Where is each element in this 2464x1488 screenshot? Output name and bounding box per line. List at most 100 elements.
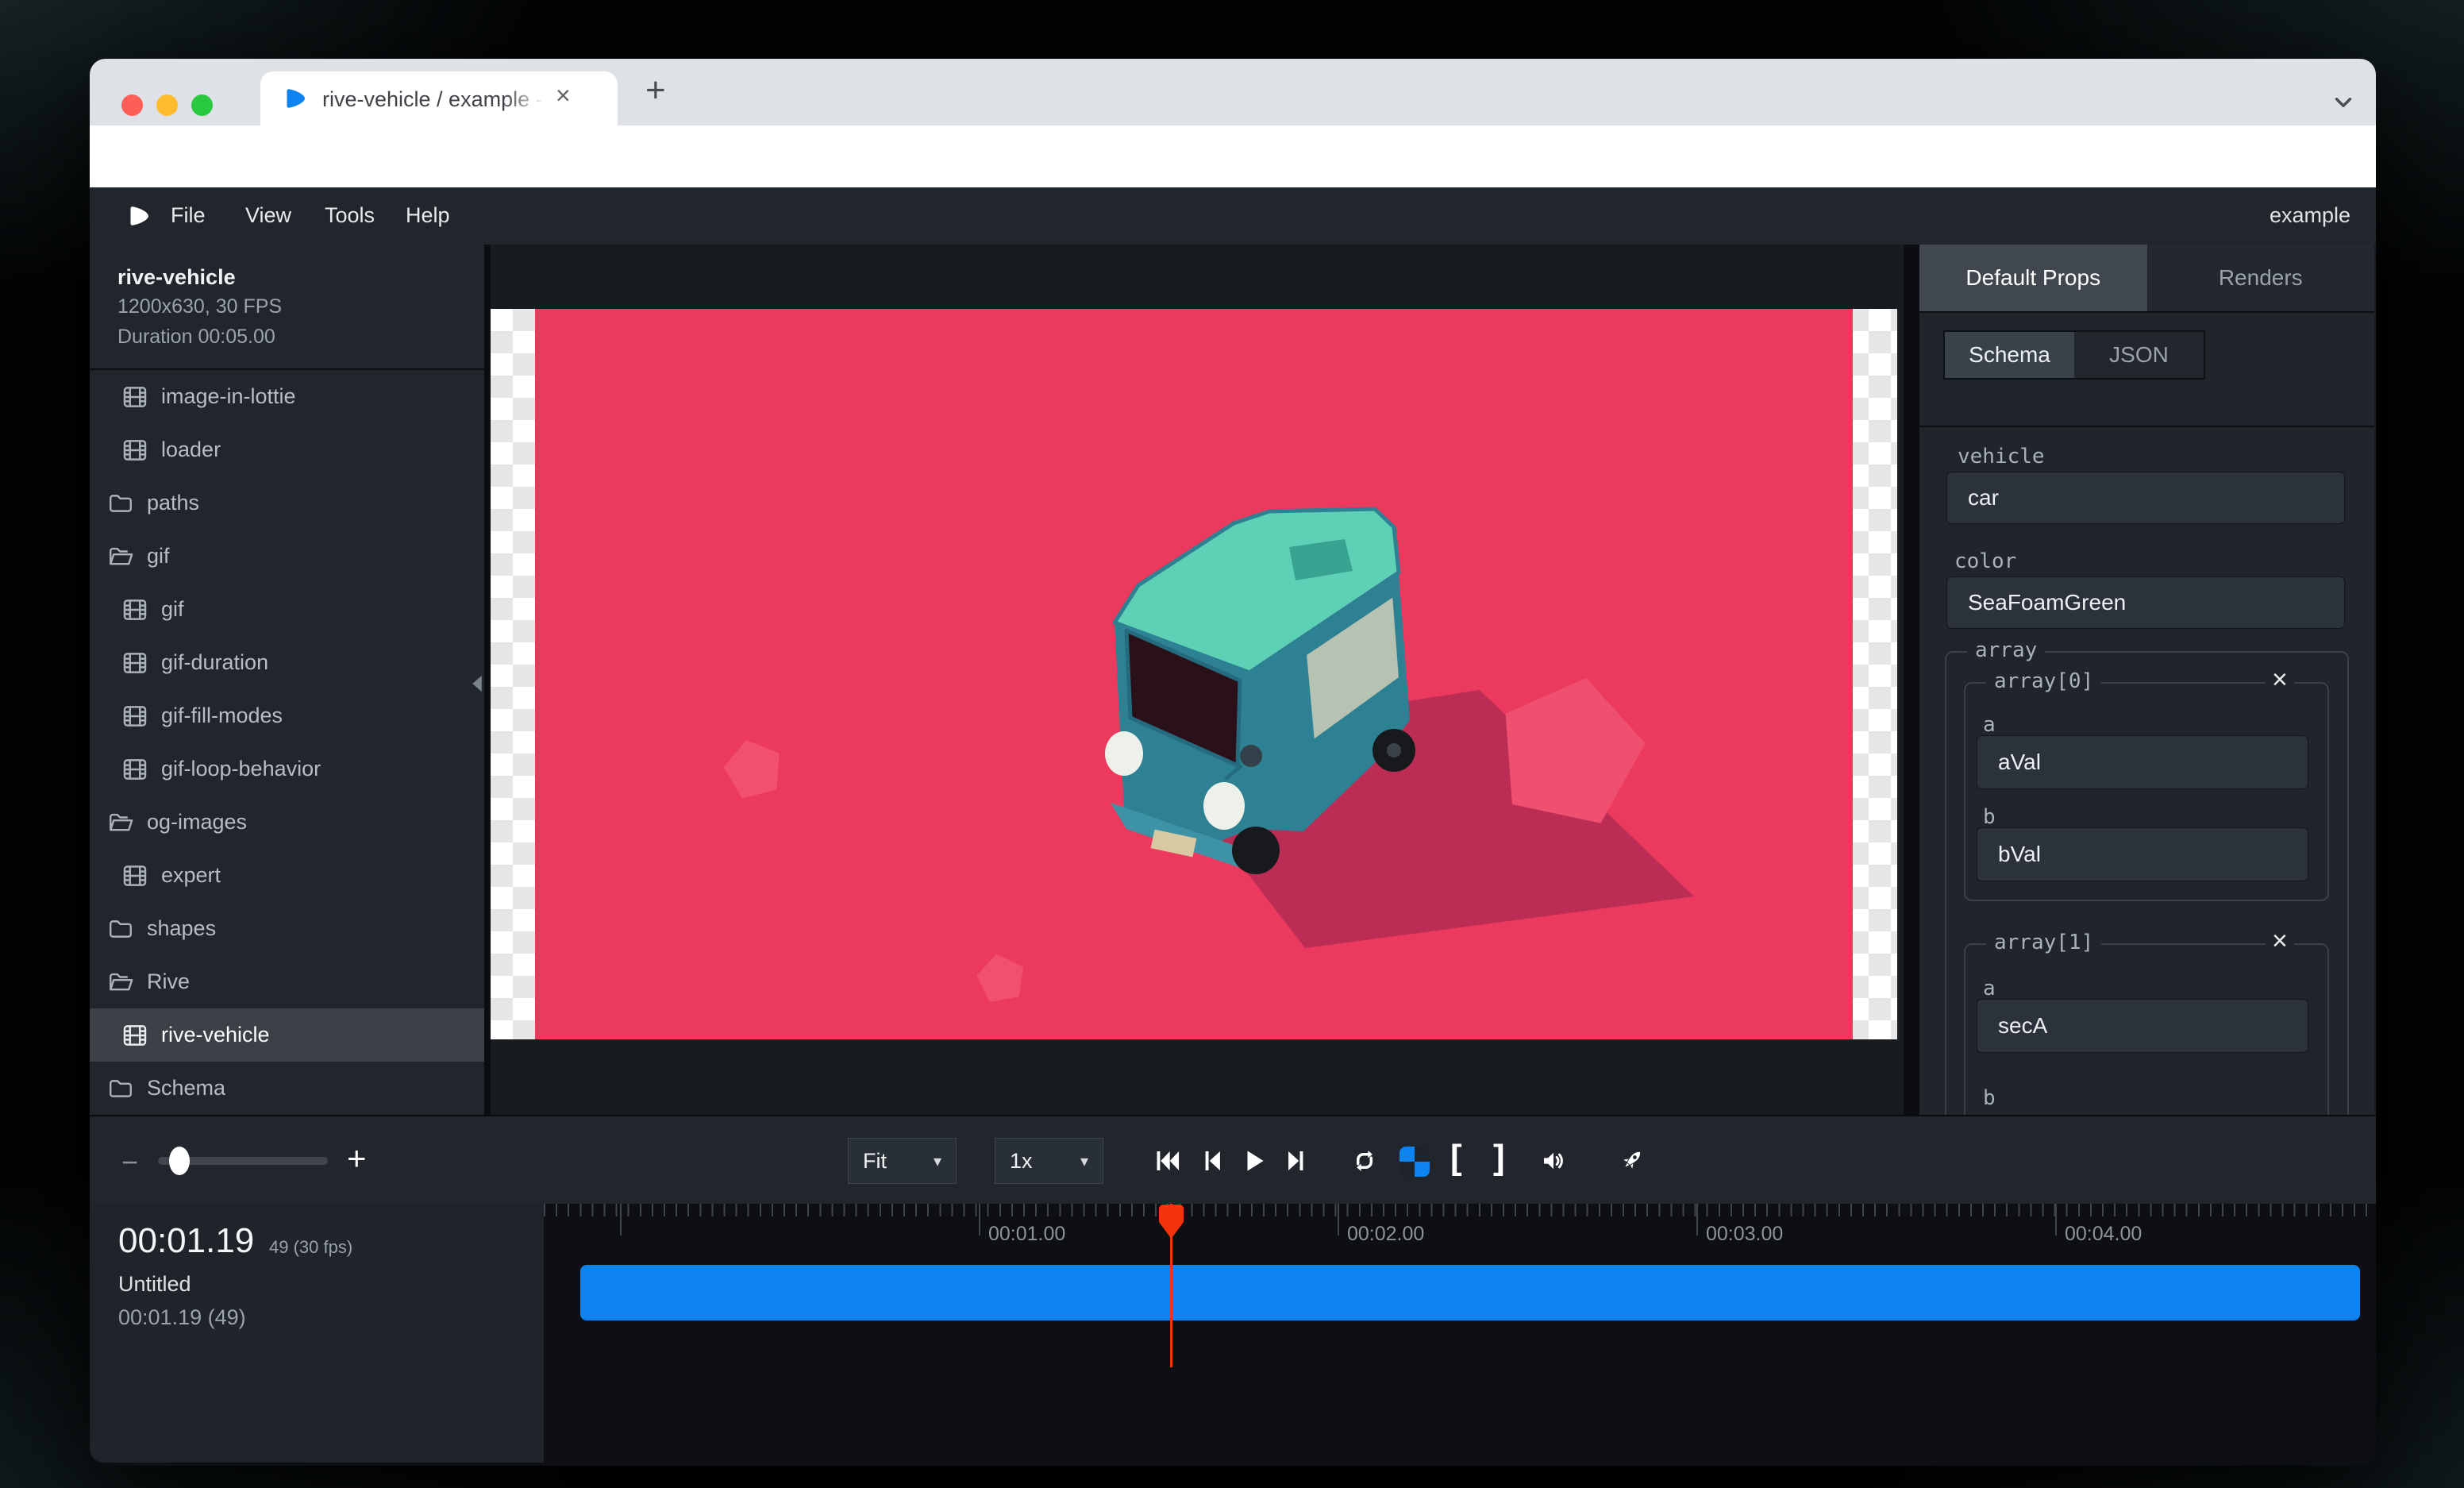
folder-open-icon xyxy=(107,809,134,836)
sidebar-folder-schema[interactable]: Schema xyxy=(90,1062,502,1115)
timeline-ruler[interactable] xyxy=(544,1204,2374,1216)
tab-close-icon[interactable]: × xyxy=(556,83,571,108)
folder-closed-icon xyxy=(107,916,134,943)
menu-view[interactable]: View xyxy=(245,203,291,228)
film-icon xyxy=(121,1022,148,1049)
speed-dropdown[interactable]: 1x▾ xyxy=(995,1138,1103,1184)
field-label-vehicle: vehicle xyxy=(1958,445,2045,468)
array-1-a-input[interactable]: secA xyxy=(1977,999,2308,1053)
traffic-zoom-button[interactable] xyxy=(191,94,213,116)
render-rocket-icon[interactable] xyxy=(1617,1147,1646,1175)
folder-closed-icon xyxy=(107,1075,134,1102)
film-icon xyxy=(121,703,148,730)
sidebar-item-label: image-in-lottie xyxy=(161,384,296,409)
in-point-icon[interactable]: [ xyxy=(1450,1140,1462,1175)
tab-default-props[interactable]: Default Props xyxy=(1919,245,2147,311)
track-name: Untitled xyxy=(118,1272,191,1297)
out-point-icon[interactable]: ] xyxy=(1493,1140,1505,1175)
props-panel: Default Props Renders Schema JSON vehicl… xyxy=(1919,245,2374,1115)
sidebar-item-gif-fill-modes[interactable]: gif-fill-modes xyxy=(90,689,516,742)
sidebar-item-gif[interactable]: gif xyxy=(90,583,516,636)
ruler-label: 00:02.00 xyxy=(1347,1223,1424,1246)
sidebar-preview-divider xyxy=(484,245,491,1115)
film-icon xyxy=(121,437,148,464)
sidebar-item-label: gif xyxy=(161,597,184,622)
sidebar-item-rive-vehicle[interactable]: rive-vehicle xyxy=(90,1008,516,1062)
array-legend: array xyxy=(1967,638,2045,662)
next-frame-icon[interactable] xyxy=(1282,1147,1311,1175)
playhead-marker[interactable] xyxy=(1158,1204,1184,1240)
sidebar-folder-paths[interactable]: paths xyxy=(90,476,502,530)
props-panel-tabs: Default Props Renders xyxy=(1919,245,2374,313)
vehicle-input[interactable]: car xyxy=(1946,472,2345,524)
sidebar-item-label: Schema xyxy=(147,1076,225,1101)
traffic-minimize-button[interactable] xyxy=(156,94,178,116)
ruler-tick xyxy=(2055,1204,2057,1236)
sidebar-item-label: Rive xyxy=(147,970,190,994)
menu-help[interactable]: Help xyxy=(406,203,450,228)
app-menu-bar: File View Tools Help example xyxy=(90,187,2376,246)
sidebar-item-gif-loop-behavior[interactable]: gif-loop-behavior xyxy=(90,742,516,796)
zoom-out-button[interactable]: − xyxy=(121,1148,138,1177)
film-icon xyxy=(121,862,148,889)
array-1-b-label: b xyxy=(1983,1086,1996,1110)
timeline-area: 00:01.19 49 (30 fps) Untitled 00:01.19 (… xyxy=(90,1204,2376,1466)
sidebar-folder-gif[interactable]: gif xyxy=(90,530,502,583)
browser-tab[interactable]: rive-vehicle / example - Remoti × xyxy=(260,71,618,125)
menu-tools[interactable]: Tools xyxy=(325,203,375,228)
folder-open-icon xyxy=(107,543,134,570)
preview-area xyxy=(491,245,1904,1115)
array-0-remove-icon[interactable]: × xyxy=(2266,666,2294,693)
toggle-schema[interactable]: Schema xyxy=(1945,332,2074,378)
sidebar-item-loader[interactable]: loader xyxy=(90,423,516,476)
menu-file[interactable]: File xyxy=(171,203,206,228)
remotion-logo-icon[interactable] xyxy=(128,203,153,229)
film-icon xyxy=(121,756,148,783)
sidebar-item-label: loader xyxy=(161,438,221,462)
sidebar-item-gif-duration[interactable]: gif-duration xyxy=(90,636,516,689)
sidebar-item-label: og-images xyxy=(147,810,247,835)
collapse-left-panel-icon[interactable] xyxy=(470,673,484,694)
composition-canvas[interactable] xyxy=(491,309,1897,1039)
folder-open-icon xyxy=(107,969,134,996)
current-time: 00:01.19 xyxy=(118,1221,254,1261)
volume-icon[interactable] xyxy=(1539,1147,1568,1175)
sidebar-item-label: paths xyxy=(147,491,199,515)
size-dropdown-value: Fit xyxy=(863,1149,887,1174)
size-dropdown[interactable]: Fit▾ xyxy=(848,1138,957,1184)
ruler-tick xyxy=(1338,1204,1339,1236)
color-input[interactable]: SeaFoamGreen xyxy=(1946,576,2345,629)
tab-renders[interactable]: Renders xyxy=(2147,245,2375,311)
sidebar-folder-shapes[interactable]: shapes xyxy=(90,902,502,955)
tab-search-chevron-icon[interactable] xyxy=(2330,89,2357,116)
sidebar-folder-rive[interactable]: Rive xyxy=(90,955,502,1008)
sidebar-folder-og-images[interactable]: og-images xyxy=(90,796,502,849)
sidebar-item-expert[interactable]: expert xyxy=(90,849,516,902)
sidebar-item-image-in-lottie[interactable]: image-in-lottie xyxy=(90,370,516,423)
track-time: 00:01.19 (49) xyxy=(118,1305,246,1330)
jump-to-start-icon[interactable] xyxy=(1153,1147,1182,1175)
array-0-a-input[interactable]: aVal xyxy=(1977,735,2308,789)
new-tab-button[interactable]: + xyxy=(645,73,666,108)
timeline-track-bar[interactable] xyxy=(580,1265,2360,1320)
play-icon[interactable] xyxy=(1239,1147,1268,1175)
array-0-b-input[interactable]: bVal xyxy=(1977,827,2308,881)
traffic-close-button[interactable] xyxy=(121,94,143,116)
current-frame: 49 (30 fps) xyxy=(269,1237,352,1258)
array-1-remove-icon[interactable]: × xyxy=(2266,927,2294,954)
panel-divider xyxy=(1919,426,2374,427)
chevron-down-icon: ▾ xyxy=(1080,1151,1088,1171)
zoom-in-button[interactable]: + xyxy=(347,1142,367,1175)
film-icon xyxy=(121,596,148,623)
array-0-b-label: b xyxy=(1983,805,1996,829)
loop-icon[interactable] xyxy=(1350,1147,1379,1175)
project-duration: Duration 00:05.00 xyxy=(117,326,275,349)
zoom-slider-knob[interactable] xyxy=(169,1147,190,1175)
sidebar-item-label: gif xyxy=(147,544,170,569)
toggle-json[interactable]: JSON xyxy=(2074,332,2204,378)
previous-frame-icon[interactable] xyxy=(1198,1147,1226,1175)
sidebar-item-label: rive-vehicle xyxy=(161,1023,270,1047)
ruler-label: 00:03.00 xyxy=(1706,1223,1783,1246)
timeline-info-panel: 00:01.19 49 (30 fps) Untitled 00:01.19 (… xyxy=(90,1204,544,1463)
transparency-toggle-icon[interactable] xyxy=(1399,1147,1430,1177)
